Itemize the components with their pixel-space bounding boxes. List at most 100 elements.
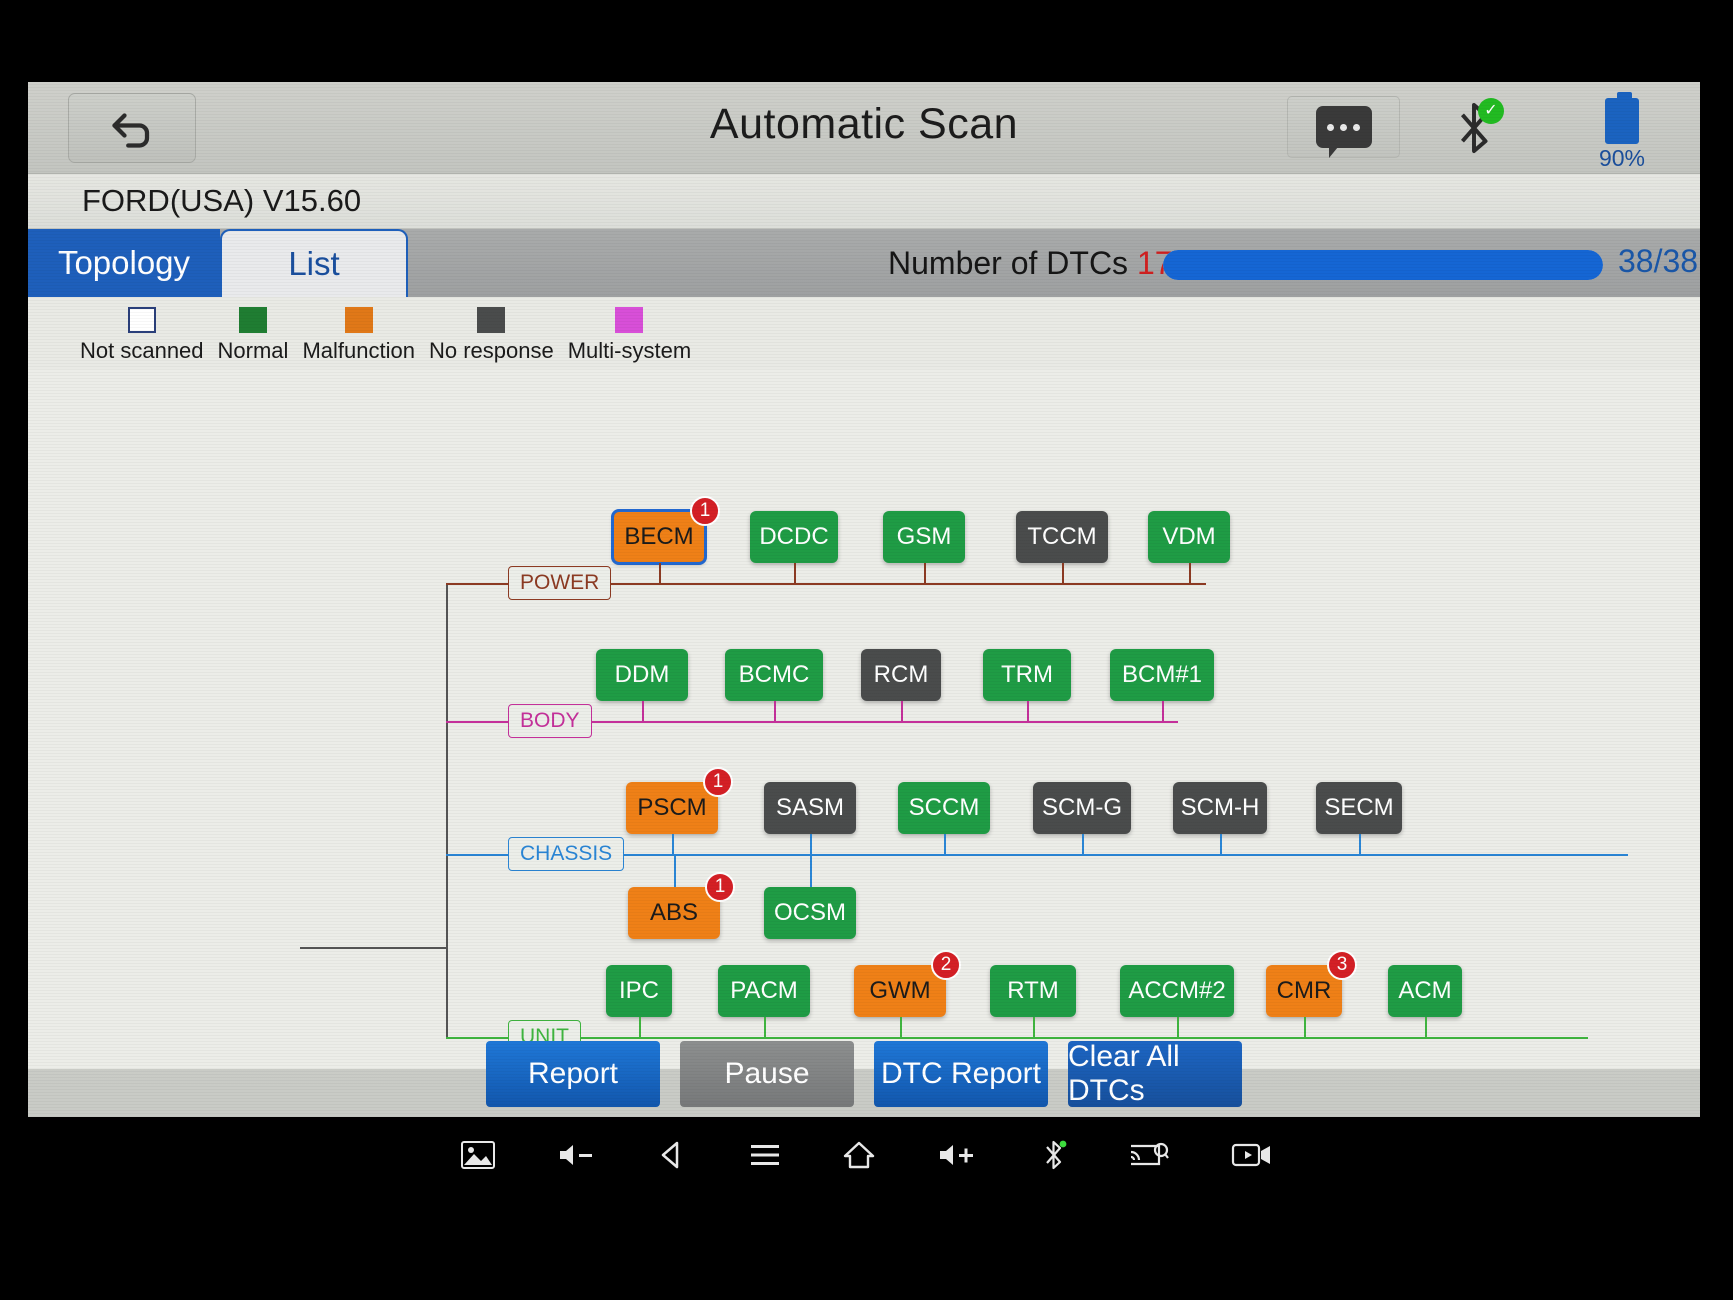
record-icon[interactable]: [1231, 1141, 1273, 1169]
node-drop-line: [810, 854, 812, 887]
module-label: TCCM: [1027, 523, 1096, 551]
module-label: RTM: [1007, 977, 1059, 1005]
bluetooth-connected-badge: ✓: [1478, 98, 1504, 124]
report-button[interactable]: Report: [486, 1041, 660, 1107]
tab-list[interactable]: List: [220, 229, 408, 297]
volume-down-icon[interactable]: [557, 1141, 595, 1169]
module-node-rcm[interactable]: RCM: [861, 649, 941, 701]
volume-up-icon[interactable]: [937, 1141, 979, 1169]
tab-topology[interactable]: Topology: [28, 229, 220, 297]
android-nav-bar: [0, 1117, 1733, 1192]
legend-label: Normal: [218, 338, 289, 364]
pause-button[interactable]: Pause: [680, 1041, 854, 1107]
bluetooth-nav-icon[interactable]: [1041, 1139, 1067, 1171]
dtc-report-button[interactable]: DTC Report: [874, 1041, 1048, 1107]
node-drop-line: [794, 563, 796, 583]
node-drop-line: [642, 701, 644, 721]
legend-swatch: [615, 307, 643, 333]
node-drop-line: [901, 701, 903, 721]
legend-item: No response: [429, 307, 554, 364]
module-node-becm[interactable]: BECM1: [613, 511, 705, 563]
clear-all-dtcs-button[interactable]: Clear All DTCs: [1068, 1041, 1242, 1107]
bus-trunk-line: [446, 583, 448, 1037]
node-drop-line: [639, 1017, 641, 1037]
node-drop-line: [810, 834, 812, 854]
module-label: BCMC: [739, 661, 810, 689]
module-node-accm-2[interactable]: ACCM#2: [1120, 965, 1234, 1017]
module-node-ocsm[interactable]: OCSM: [764, 887, 856, 939]
module-node-rtm[interactable]: RTM: [990, 965, 1076, 1017]
back-nav-icon[interactable]: [657, 1140, 687, 1170]
module-node-vdm[interactable]: VDM: [1148, 511, 1230, 563]
bus-label-chassis: CHASSIS: [508, 837, 624, 871]
dtc-count-readout: Number of DTCs 17: [888, 245, 1173, 282]
module-node-ddm[interactable]: DDM: [596, 649, 688, 701]
module-node-ipc[interactable]: IPC: [606, 965, 672, 1017]
module-label: DCDC: [759, 523, 828, 551]
title-bar: Automatic Scan ✓ 90%: [28, 82, 1700, 174]
node-drop-line: [1062, 563, 1064, 583]
module-node-gwm[interactable]: GWM2: [854, 965, 946, 1017]
recents-icon[interactable]: [749, 1142, 781, 1168]
module-node-secm[interactable]: SECM: [1316, 782, 1402, 834]
tablet-screen: Automatic Scan ✓ 90% FORD(USA) V15.60 To…: [28, 82, 1700, 1117]
legend-label: Not scanned: [80, 338, 204, 364]
node-drop-line: [1082, 834, 1084, 854]
node-drop-line: [924, 563, 926, 583]
battery-icon: [1605, 98, 1639, 144]
node-drop-line: [900, 1017, 902, 1037]
dtc-badge: 2: [931, 950, 961, 980]
module-label: OCSM: [774, 899, 846, 927]
scan-progress-bar: [1163, 250, 1603, 280]
module-node-sccm[interactable]: SCCM: [898, 782, 990, 834]
module-label: VDM: [1162, 523, 1215, 551]
legend-item: Not scanned: [80, 307, 204, 364]
module-label: SCCM: [909, 794, 980, 822]
legend-swatch: [345, 307, 373, 333]
home-icon[interactable]: [843, 1140, 875, 1170]
tab-strip: Topology List Number of DTCs 17 38/38: [28, 229, 1700, 297]
module-label: ACCM#2: [1128, 977, 1225, 1005]
node-drop-line: [1027, 701, 1029, 721]
module-label: SCM-H: [1181, 794, 1260, 822]
battery-percent: 90%: [1582, 145, 1662, 172]
module-node-sasm[interactable]: SASM: [764, 782, 856, 834]
screenshot-icon[interactable]: [461, 1141, 495, 1169]
module-node-cmr[interactable]: CMR3: [1266, 965, 1342, 1017]
module-node-bcm-1[interactable]: BCM#1: [1110, 649, 1214, 701]
module-node-bcmc[interactable]: BCMC: [725, 649, 823, 701]
legend-swatch: [239, 307, 267, 333]
module-label: DDM: [615, 661, 670, 689]
status-legend: Not scanned Normal Malfunction No response M…: [28, 297, 1700, 369]
vehicle-label: FORD(USA) V15.60: [82, 183, 361, 219]
module-label: CMR: [1277, 977, 1332, 1005]
module-node-dcdc[interactable]: DCDC: [750, 511, 838, 563]
module-label: BECM: [624, 523, 693, 551]
screencast-icon[interactable]: [1129, 1140, 1169, 1170]
module-node-tccm[interactable]: TCCM: [1016, 511, 1108, 563]
scan-progress-label: 38/38: [1618, 243, 1698, 280]
module-node-scm-h[interactable]: SCM-H: [1173, 782, 1267, 834]
module-node-trm[interactable]: TRM: [983, 649, 1071, 701]
module-node-scm-g[interactable]: SCM-G: [1033, 782, 1131, 834]
legend-item: Malfunction: [302, 307, 415, 364]
module-node-abs[interactable]: ABS1: [628, 887, 720, 939]
node-drop-line: [1189, 563, 1191, 583]
legend-label: No response: [429, 338, 554, 364]
topology-canvas[interactable]: OBD + − POWERBECM1DCDCGSMTCCMVDMBODYDDMB…: [28, 369, 1700, 1069]
module-label: PACM: [730, 977, 798, 1005]
module-node-pacm[interactable]: PACM: [718, 965, 810, 1017]
node-drop-line: [659, 563, 661, 583]
dtc-badge: 1: [690, 496, 720, 526]
legend-label: Multi-system: [568, 338, 691, 364]
module-node-acm[interactable]: ACM: [1388, 965, 1462, 1017]
message-button[interactable]: [1287, 96, 1400, 158]
node-drop-line: [674, 854, 676, 887]
dtc-badge: 1: [705, 872, 735, 902]
legend-label: Malfunction: [302, 338, 415, 364]
node-drop-line: [774, 701, 776, 721]
vehicle-info-bar: FORD(USA) V15.60: [28, 174, 1700, 229]
module-node-gsm[interactable]: GSM: [883, 511, 965, 563]
module-node-pscm[interactable]: PSCM1: [626, 782, 718, 834]
module-label: ABS: [650, 899, 698, 927]
